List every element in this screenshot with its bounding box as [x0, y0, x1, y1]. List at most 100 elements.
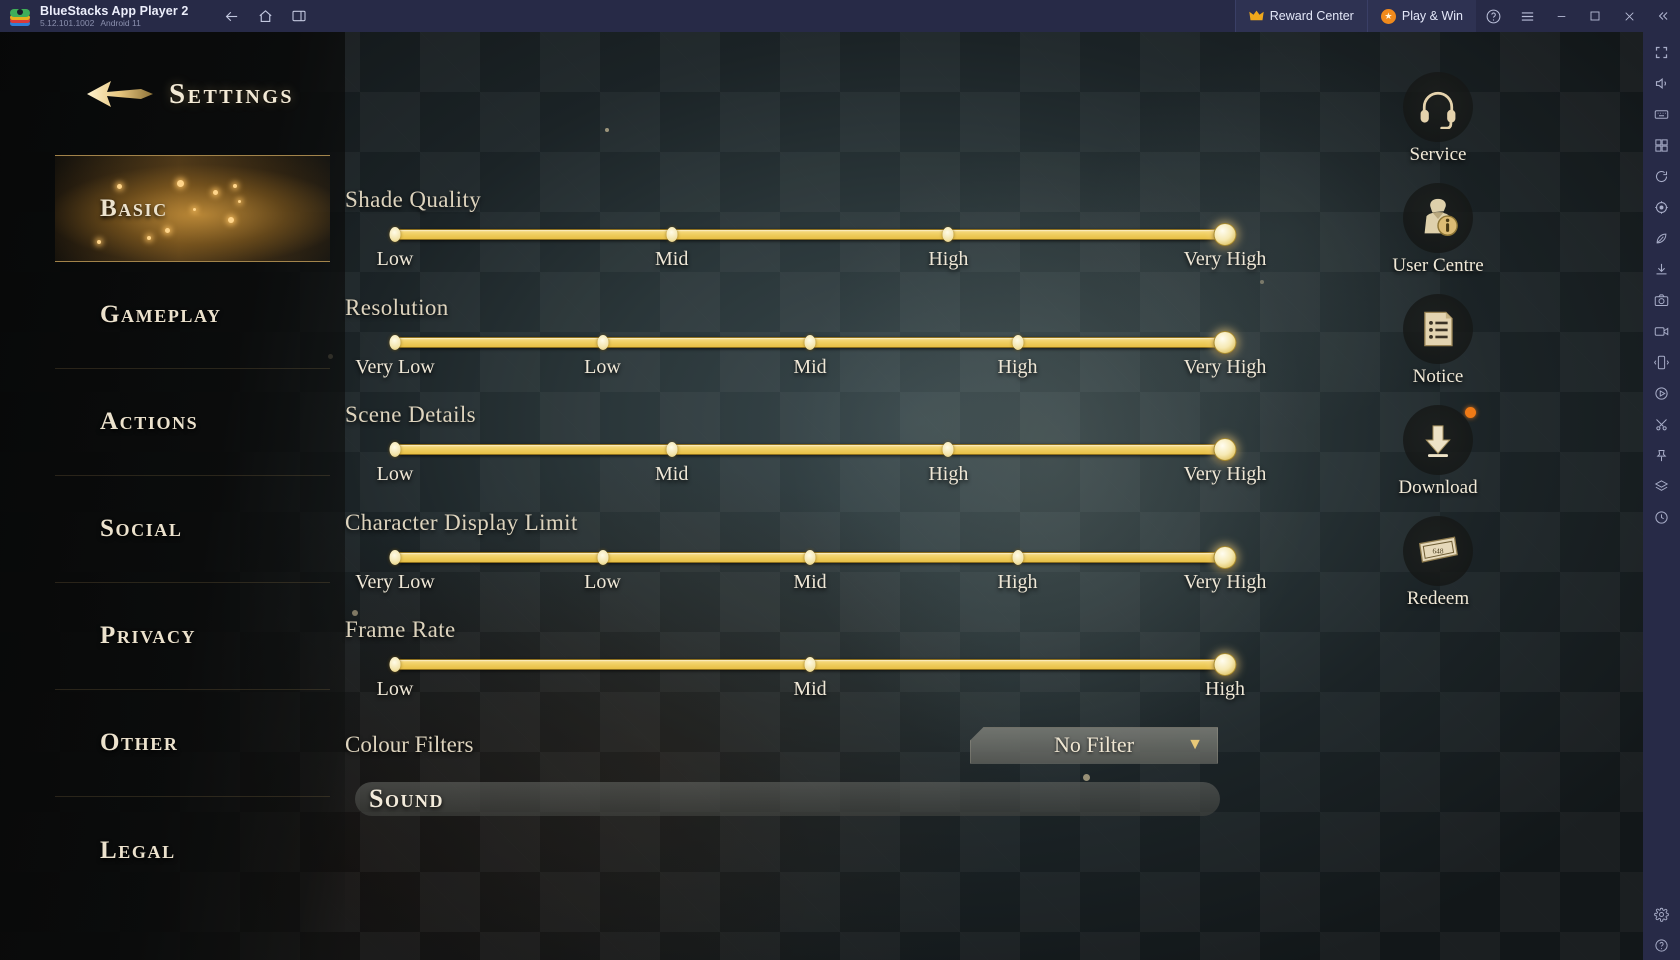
play-and-win-label: Play & Win — [1401, 9, 1463, 23]
slider-track[interactable] — [395, 444, 1225, 455]
close-button[interactable] — [1612, 0, 1646, 32]
sidebar-item-privacy[interactable]: Privacy — [55, 583, 330, 690]
screenshot-icon[interactable] — [1647, 286, 1676, 315]
download-label: Download — [1398, 477, 1478, 498]
sidebar-item-legal[interactable]: Legal — [55, 797, 330, 904]
layers-icon[interactable] — [1647, 472, 1676, 501]
slider-tick[interactable] — [389, 227, 401, 242]
slider-tick[interactable] — [597, 550, 608, 565]
slider-tick[interactable] — [1012, 550, 1023, 565]
minimize-button[interactable] — [1544, 0, 1578, 32]
shade-quality-scale: Low Mid High Very High — [345, 248, 1267, 274]
back-arrow-icon[interactable] — [85, 74, 157, 114]
slider-scale-label: High — [928, 463, 969, 485]
slider-tick[interactable] — [666, 227, 678, 242]
screen-record-icon[interactable] — [1647, 317, 1676, 346]
service-button[interactable]: Service — [1378, 72, 1498, 166]
sidebar-item-other[interactable]: Other — [55, 690, 330, 797]
slider-tick[interactable] — [942, 442, 954, 457]
redeem-button[interactable]: 648 Redeem — [1378, 516, 1498, 610]
eco-mode-icon[interactable] — [1647, 224, 1676, 253]
game-viewport: Settings Basic Gameplay Actions Social P… — [0, 32, 1643, 960]
bluestacks-logo-icon — [10, 6, 30, 26]
slider-thumb[interactable] — [1213, 653, 1237, 676]
resolution-slider[interactable] — [345, 331, 1245, 354]
notice-button[interactable]: Notice — [1378, 294, 1498, 388]
download-arrow-icon — [1403, 405, 1473, 475]
sidebar-item-social[interactable]: Social — [55, 476, 330, 583]
recents-button[interactable] — [284, 3, 314, 29]
titlebar-title-block: BlueStacks App Player 2 5.12.101.1002 And… — [40, 0, 188, 32]
maximize-button[interactable] — [1578, 0, 1612, 32]
reward-center-button[interactable]: Reward Center — [1234, 0, 1367, 32]
fullscreen-icon[interactable] — [1647, 38, 1676, 67]
notification-badge-dot — [1465, 407, 1476, 418]
keymapping-icon[interactable] — [1647, 100, 1676, 129]
setting-row-scene-details: Scene Details Low Mid High Very High — [345, 402, 1266, 489]
slider-tick[interactable] — [389, 442, 401, 457]
location-icon[interactable] — [1647, 193, 1676, 222]
slider-scale-label: Very Low — [355, 571, 435, 593]
slider-thumb[interactable] — [1213, 331, 1237, 354]
slider-tick[interactable] — [597, 335, 608, 350]
sound-section-header[interactable]: Sound — [355, 782, 1220, 816]
setting-row-frame-rate: Frame Rate Low Mid High — [345, 617, 1245, 704]
sidebar-item-basic[interactable]: Basic — [55, 155, 330, 262]
download-button[interactable]: Download — [1378, 405, 1498, 499]
slider-thumb[interactable] — [1213, 546, 1237, 569]
app-version-line: 5.12.101.1002 Android 11 — [40, 18, 188, 29]
notice-document-icon — [1403, 294, 1473, 364]
slider-tick[interactable] — [389, 335, 401, 350]
slider-tick[interactable] — [942, 227, 954, 242]
slider-track[interactable] — [395, 229, 1225, 240]
slider-scale-label: Mid — [793, 571, 827, 593]
chevron-down-icon: ▼ — [1187, 736, 1203, 753]
slider-thumb[interactable] — [1213, 223, 1237, 246]
help-icon[interactable] — [1476, 0, 1510, 32]
install-apk-icon[interactable] — [1647, 255, 1676, 284]
slider-tick[interactable] — [804, 550, 816, 565]
scene-details-slider[interactable] — [345, 438, 1245, 461]
setting-row-colour-filters: Colour Filters No Filter ▼ — [345, 726, 1245, 764]
slider-tick[interactable] — [389, 550, 401, 565]
hamburger-menu-icon[interactable] — [1510, 0, 1544, 32]
app-version: 5.12.101.1002 — [40, 17, 95, 28]
trim-icon[interactable] — [1647, 410, 1676, 439]
slider-tick[interactable] — [804, 657, 816, 672]
rail-help-icon[interactable] — [1647, 931, 1676, 960]
page-title: Settings — [169, 77, 295, 110]
frame-rate-slider[interactable] — [345, 653, 1245, 676]
play-and-win-button[interactable]: ★ Play & Win — [1366, 0, 1476, 32]
sidebar-item-gameplay[interactable]: Gameplay — [55, 262, 330, 369]
slider-tick[interactable] — [804, 335, 816, 350]
settings-icon[interactable] — [1647, 900, 1676, 929]
slider-tick[interactable] — [389, 657, 401, 672]
settings-content: Shade Quality Low Mid High Very High Resolu… — [345, 32, 1345, 960]
slider-scale-label: High — [997, 571, 1038, 593]
multi-instance-icon[interactable] — [1647, 131, 1676, 160]
pin-icon[interactable] — [1647, 441, 1676, 470]
macro-icon[interactable] — [1647, 379, 1676, 408]
collapse-sidebar-button[interactable] — [1646, 0, 1680, 32]
volume-icon[interactable] — [1647, 69, 1676, 98]
home-button[interactable] — [250, 3, 280, 29]
character-display-limit-slider[interactable] — [345, 546, 1245, 569]
back-button[interactable] — [216, 3, 246, 29]
game-side-icons: Service User Centre Notice Download 648 … — [1378, 72, 1498, 627]
slider-tick[interactable] — [666, 442, 678, 457]
slider-tick[interactable] — [1012, 335, 1023, 350]
rotate-icon[interactable] — [1647, 162, 1676, 191]
voucher-ticket-icon: 648 — [1403, 516, 1473, 586]
slider-thumb[interactable] — [1213, 438, 1237, 461]
history-icon[interactable] — [1647, 503, 1676, 532]
android-nav-buttons — [216, 3, 314, 29]
user-centre-button[interactable]: User Centre — [1378, 183, 1498, 277]
shade-quality-slider[interactable] — [345, 223, 1245, 246]
settings-nav-list: Basic Gameplay Actions Social Privacy Ot… — [55, 155, 330, 904]
setting-row-shade-quality: Shade Quality Low Mid High Very High — [345, 187, 1267, 274]
shake-icon[interactable] — [1647, 348, 1676, 377]
sidebar-item-actions[interactable]: Actions — [55, 369, 330, 476]
slider-scale-label: Low — [584, 356, 621, 378]
colour-filter-dropdown[interactable]: No Filter ▼ — [970, 726, 1218, 764]
setting-label: Resolution — [345, 295, 449, 320]
